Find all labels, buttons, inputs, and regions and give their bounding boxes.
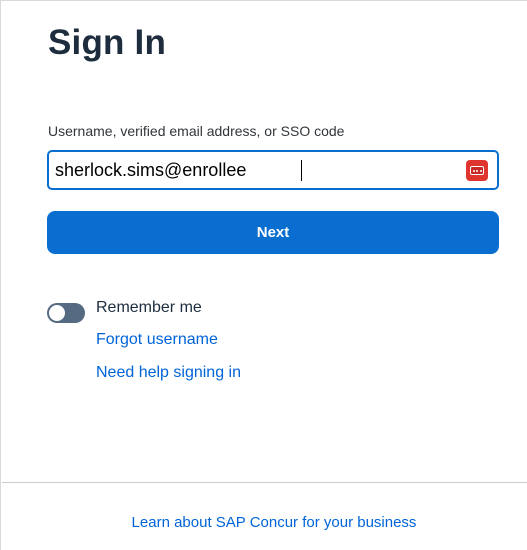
next-button[interactable]: Next (47, 211, 499, 254)
learn-about-concur-link[interactable]: Learn about SAP Concur for your business (1, 514, 527, 531)
toggle-knob (49, 305, 65, 321)
sign-in-panel: Sign In Username, verified email address… (0, 0, 527, 550)
footer-divider (2, 482, 527, 483)
username-field[interactable] (47, 150, 499, 190)
remember-me-label: Remember me (96, 299, 202, 316)
username-label: Username, verified email address, or SSO… (48, 123, 345, 139)
help-signing-in-link[interactable]: Need help signing in (96, 364, 241, 382)
text-cursor (301, 160, 302, 181)
remember-me-toggle[interactable] (47, 303, 85, 323)
forgot-username-link[interactable]: Forgot username (96, 331, 218, 349)
username-input[interactable] (55, 158, 450, 182)
page-title: Sign In (48, 23, 167, 62)
password-manager-icon-glyph (470, 166, 484, 175)
password-manager-icon[interactable] (466, 160, 488, 181)
